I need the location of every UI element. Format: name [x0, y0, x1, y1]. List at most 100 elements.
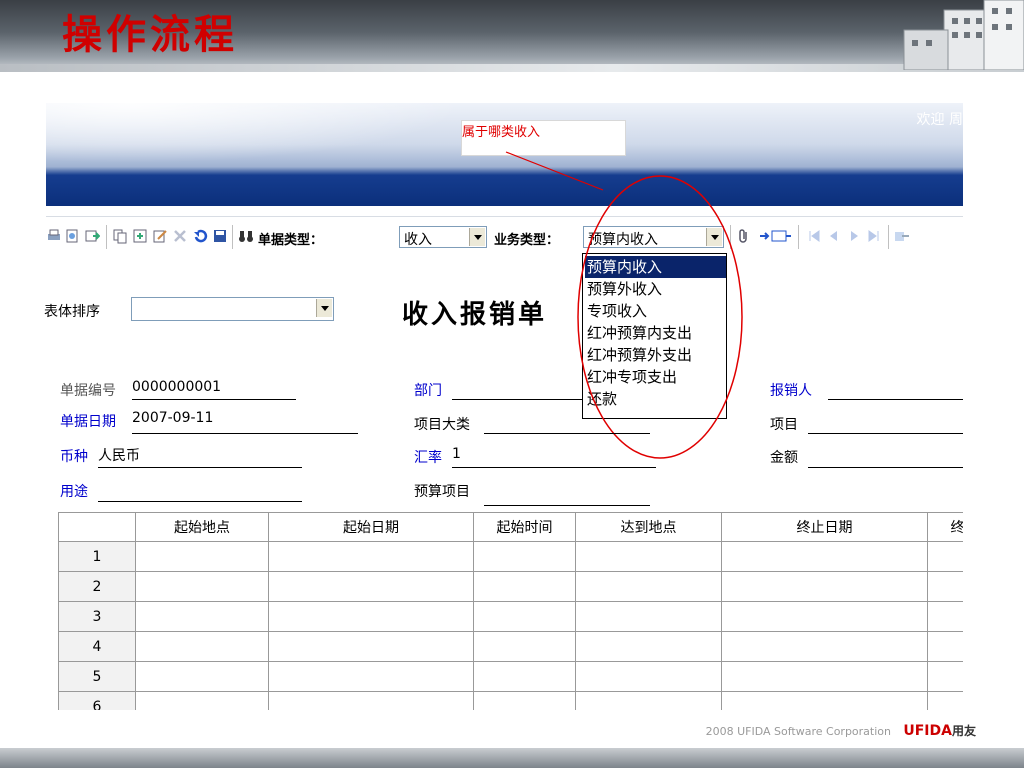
- purpose-field[interactable]: [98, 501, 302, 502]
- grid-cell[interactable]: [576, 602, 722, 632]
- grid-cell[interactable]: [928, 692, 963, 710]
- grid-cell[interactable]: [269, 542, 474, 572]
- grid-cell[interactable]: [928, 572, 963, 602]
- preview-icon[interactable]: [64, 228, 80, 244]
- dropdown-option[interactable]: 专项收入: [585, 300, 726, 322]
- column-header[interactable]: 起始时间: [474, 512, 576, 542]
- edit-icon[interactable]: [152, 228, 168, 244]
- project-cat-field[interactable]: [484, 433, 650, 434]
- sort-select[interactable]: [131, 297, 334, 321]
- next-record-icon[interactable]: [846, 228, 862, 244]
- grid-cell[interactable]: [928, 542, 963, 572]
- undo-icon[interactable]: [192, 228, 208, 244]
- grid-cell[interactable]: [269, 602, 474, 632]
- dropdown-option[interactable]: 预算内收入: [585, 256, 726, 278]
- row-number: 6: [58, 692, 136, 710]
- grid-cell[interactable]: [136, 572, 269, 602]
- grid-cell[interactable]: [136, 662, 269, 692]
- grid-cell[interactable]: [136, 632, 269, 662]
- chevron-down-icon[interactable]: [469, 228, 485, 246]
- last-record-icon[interactable]: [866, 228, 882, 244]
- amount-field[interactable]: [808, 467, 963, 468]
- row-number: 4: [58, 632, 136, 662]
- dropdown-option[interactable]: 预算外收入: [585, 278, 726, 300]
- attachment-icon[interactable]: [736, 228, 752, 244]
- detail-grid: 起始地点 起始日期 起始时间 达到地点 终止日期终 1 2 3 4 5 6: [58, 512, 963, 710]
- callout-box: 属于哪类收入: [461, 120, 626, 156]
- currency-label: 币种: [60, 449, 88, 465]
- prev-record-icon[interactable]: [826, 228, 842, 244]
- reporter-field[interactable]: [828, 399, 963, 400]
- chevron-down-icon[interactable]: [316, 299, 332, 317]
- chevron-down-icon[interactable]: [706, 228, 722, 246]
- dept-label: 部门: [414, 383, 442, 399]
- grid-cell[interactable]: [722, 542, 928, 572]
- grid-cell[interactable]: [722, 572, 928, 602]
- binoculars-icon[interactable]: [238, 228, 254, 244]
- grid-cell[interactable]: [269, 692, 474, 710]
- grid-cell[interactable]: [269, 632, 474, 662]
- grid-cell[interactable]: [136, 692, 269, 710]
- doc-type-select[interactable]: 收入: [399, 226, 487, 248]
- date-field: [132, 433, 358, 434]
- biz-type-dropdown[interactable]: 预算内收入 预算外收入 专项收入 红冲预算内支出 红冲预算外支出 红冲专项支出 …: [582, 253, 727, 419]
- grid-cell[interactable]: [928, 632, 963, 662]
- grid-cell[interactable]: [474, 632, 576, 662]
- footer-band: [0, 748, 1024, 768]
- grid-cell[interactable]: [576, 572, 722, 602]
- grid-cell[interactable]: [474, 662, 576, 692]
- grid-cell[interactable]: [474, 692, 576, 710]
- column-header[interactable]: 达到地点: [576, 512, 722, 542]
- forward-icon[interactable]: [894, 228, 910, 244]
- column-header[interactable]: 起始地点: [136, 512, 269, 542]
- dropdown-option[interactable]: 红冲预算外支出: [585, 344, 726, 366]
- grid-cell[interactable]: [576, 692, 722, 710]
- link-icon[interactable]: [758, 228, 792, 244]
- currency-value[interactable]: 人民币: [98, 445, 140, 465]
- column-header[interactable]: 起始日期: [269, 512, 474, 542]
- print-icon[interactable]: [46, 228, 62, 244]
- form-title: 收入报销单: [402, 300, 548, 330]
- grid-cell[interactable]: [928, 602, 963, 632]
- row-number: 3: [58, 602, 136, 632]
- amount-label: 金额: [770, 450, 798, 466]
- grid-cell[interactable]: [269, 572, 474, 602]
- grid-cell[interactable]: [928, 662, 963, 692]
- grid-cell[interactable]: [474, 602, 576, 632]
- dropdown-option[interactable]: 红冲预算内支出: [585, 322, 726, 344]
- grid-cell[interactable]: [576, 542, 722, 572]
- dropdown-option[interactable]: 还款: [585, 388, 726, 410]
- grid-cell[interactable]: [269, 662, 474, 692]
- first-record-icon[interactable]: [806, 228, 822, 244]
- grid-cell[interactable]: [722, 662, 928, 692]
- grid-cell[interactable]: [136, 602, 269, 632]
- reporter-label: 报销人: [770, 383, 812, 399]
- grid-cell[interactable]: [722, 602, 928, 632]
- biz-type-label: 业务类型：: [494, 233, 560, 248]
- biz-type-select[interactable]: 预算内收入: [583, 226, 724, 248]
- column-header[interactable]: 终止日期: [722, 512, 928, 542]
- save-icon[interactable]: [212, 228, 228, 244]
- export-icon[interactable]: [84, 228, 100, 244]
- dept-field[interactable]: [452, 399, 582, 400]
- column-header[interactable]: [58, 512, 136, 542]
- column-header[interactable]: 终: [928, 512, 963, 542]
- grid-cell[interactable]: [136, 542, 269, 572]
- grid-cell[interactable]: [576, 632, 722, 662]
- copy-icon[interactable]: [112, 228, 128, 244]
- rate-value[interactable]: 1: [452, 446, 461, 462]
- doc-no-value[interactable]: 0000000001: [132, 379, 221, 395]
- grid-cell[interactable]: [576, 662, 722, 692]
- grid-cell[interactable]: [474, 572, 576, 602]
- grid-cell[interactable]: [722, 692, 928, 710]
- date-value[interactable]: 2007-09-11: [132, 410, 213, 426]
- project-field[interactable]: [808, 433, 963, 434]
- grid-cell[interactable]: [474, 542, 576, 572]
- date-label: 单据日期: [60, 414, 116, 430]
- delete-icon[interactable]: [172, 228, 188, 244]
- budget-item-field[interactable]: [484, 505, 650, 506]
- toolbar-separator: [106, 225, 107, 249]
- grid-cell[interactable]: [722, 632, 928, 662]
- add-icon[interactable]: [132, 228, 148, 244]
- dropdown-option[interactable]: 红冲专项支出: [585, 366, 726, 388]
